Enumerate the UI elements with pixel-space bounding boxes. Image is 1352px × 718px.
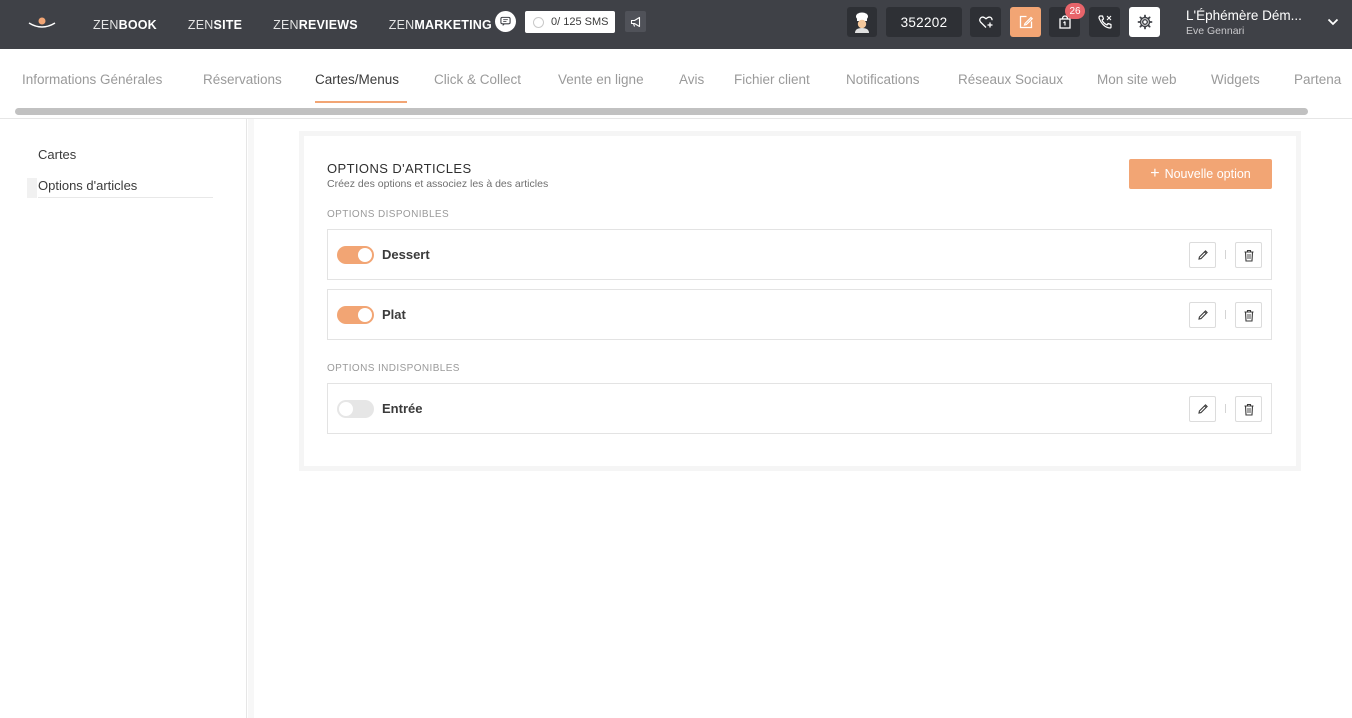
chevron-down-icon[interactable] — [1326, 15, 1340, 29]
zensite-link[interactable]: ZENSITE — [188, 18, 242, 32]
profile-avatar-button[interactable] — [847, 7, 877, 37]
tab-mon-site-web[interactable]: Mon site web — [1097, 72, 1177, 87]
option-toggle[interactable] — [337, 400, 374, 418]
action-separator — [1225, 404, 1226, 413]
edit-option-button[interactable] — [1189, 396, 1216, 422]
option-name: Plat — [382, 307, 406, 322]
top-navigation-bar: ZENBOOK ZENSITE ZENREVIEWS ZENMARKETING … — [0, 0, 1352, 49]
phone-icon — [1097, 15, 1112, 29]
toggle-knob — [358, 248, 372, 262]
tab-click-and-collect[interactable]: Click & Collect — [434, 72, 521, 87]
delete-option-button[interactable] — [1235, 302, 1262, 328]
zenbook-link[interactable]: ZENBOOK — [93, 18, 157, 32]
edit-note-icon — [1019, 15, 1033, 29]
wishlist-button[interactable] — [970, 7, 1001, 37]
tab-informations-generales[interactable]: Informations Générales — [22, 72, 162, 87]
page-title: OPTIONS D'ARTICLES — [327, 161, 472, 176]
sidebar-item-cartes[interactable]: Cartes — [38, 147, 76, 162]
unavailable-options-heading: OPTIONS INDISPONIBLES — [327, 363, 460, 374]
zenmarketing-link[interactable]: ZENMARKETING — [389, 18, 492, 32]
trash-icon — [1244, 309, 1253, 322]
orders-notification-badge: 26 — [1065, 3, 1085, 19]
tab-vente-en-ligne[interactable]: Vente en ligne — [558, 72, 644, 87]
sms-counter[interactable]: 0/ 125 SMS — [525, 11, 615, 33]
edit-option-button[interactable] — [1189, 242, 1216, 268]
pencil-icon — [1197, 404, 1208, 414]
zen-prefix: ZEN — [93, 17, 119, 32]
option-name: Entrée — [382, 401, 423, 416]
active-tab-indicator — [315, 101, 407, 103]
action-separator — [1225, 310, 1226, 319]
zen-suffix: BOOK — [118, 17, 157, 32]
gear-icon — [1137, 14, 1152, 30]
trash-icon — [1244, 403, 1253, 416]
chef-avatar-icon — [855, 12, 869, 33]
edit-option-button[interactable] — [1189, 302, 1216, 328]
tabs-scrollbar[interactable] — [15, 108, 1308, 115]
announcements-button[interactable] — [625, 11, 646, 32]
trash-icon — [1244, 249, 1253, 262]
megaphone-icon — [630, 16, 640, 27]
new-option-label: Nouvelle option — [1164, 167, 1251, 181]
option-row: Entrée — [327, 383, 1272, 434]
tab-avis[interactable]: Avis — [679, 72, 704, 87]
cartes-sidebar: Cartes Options d'articles — [0, 119, 247, 718]
plus-icon: + — [1150, 164, 1160, 182]
options-card: OPTIONS D'ARTICLES Créez des options et … — [304, 136, 1296, 466]
option-toggle[interactable] — [337, 246, 374, 264]
account-id[interactable]: 352202 — [886, 7, 962, 37]
option-toggle[interactable] — [337, 306, 374, 324]
settings-button[interactable] — [1129, 7, 1160, 37]
user-name: Eve Gennari — [1186, 25, 1245, 37]
zen-prefix: ZEN — [388, 17, 415, 32]
zen-prefix: ZEN — [273, 17, 299, 32]
option-name: Dessert — [382, 247, 430, 262]
delete-option-button[interactable] — [1235, 242, 1262, 268]
tab-reservations[interactable]: Réservations — [203, 72, 282, 87]
phone-button[interactable] — [1089, 7, 1120, 37]
delete-option-button[interactable] — [1235, 396, 1262, 422]
page-subtitle: Créez des options et associez les à des … — [327, 178, 549, 190]
sms-progress-ring-icon — [533, 16, 544, 28]
zenreviews-link[interactable]: ZENREVIEWS — [273, 18, 358, 32]
sidebar-active-marker — [27, 178, 37, 198]
option-row: Dessert — [327, 229, 1272, 280]
action-separator — [1225, 250, 1226, 259]
zen-prefix: ZEN — [187, 17, 214, 32]
zen-suffix: SITE — [213, 17, 243, 32]
toggle-knob — [358, 308, 372, 322]
sms-counter-label: 0/ 125 SMS — [551, 16, 609, 28]
tab-widgets[interactable]: Widgets — [1211, 72, 1260, 87]
pencil-icon — [1197, 250, 1208, 260]
product-switcher: ZENBOOK ZENSITE ZENREVIEWS ZENMARKETING — [93, 0, 523, 49]
tab-reseaux-sociaux[interactable]: Réseaux Sociaux — [958, 72, 1063, 87]
available-options-heading: OPTIONS DISPONIBLES — [327, 209, 450, 220]
chat-bubble-icon — [500, 16, 511, 27]
chat-button[interactable] — [495, 11, 516, 32]
heart-plus-icon — [978, 16, 993, 28]
zen-suffix: REVIEWS — [298, 17, 358, 32]
new-booking-button[interactable] — [1010, 7, 1041, 37]
sidebar-item-options-articles[interactable]: Options d'articles — [38, 178, 137, 193]
toggle-knob — [339, 402, 353, 416]
zen-suffix: MARKETING — [414, 17, 492, 32]
sidebar-divider — [38, 197, 213, 198]
pencil-icon — [1197, 310, 1208, 320]
new-option-button[interactable]: + Nouvelle option — [1129, 159, 1272, 189]
restaurant-name[interactable]: L'Éphémère Dém... — [1186, 8, 1302, 23]
option-row: Plat — [327, 289, 1272, 340]
tab-notifications[interactable]: Notifications — [846, 72, 920, 87]
tab-cartes-menus[interactable]: Cartes/Menus — [315, 72, 399, 87]
zenchef-logo-icon[interactable] — [26, 12, 58, 34]
tab-partenaires[interactable]: Partena — [1294, 72, 1341, 87]
settings-tabs: Informations Générales Réservations Cart… — [0, 49, 1352, 104]
tab-fichier-client[interactable]: Fichier client — [734, 72, 810, 87]
